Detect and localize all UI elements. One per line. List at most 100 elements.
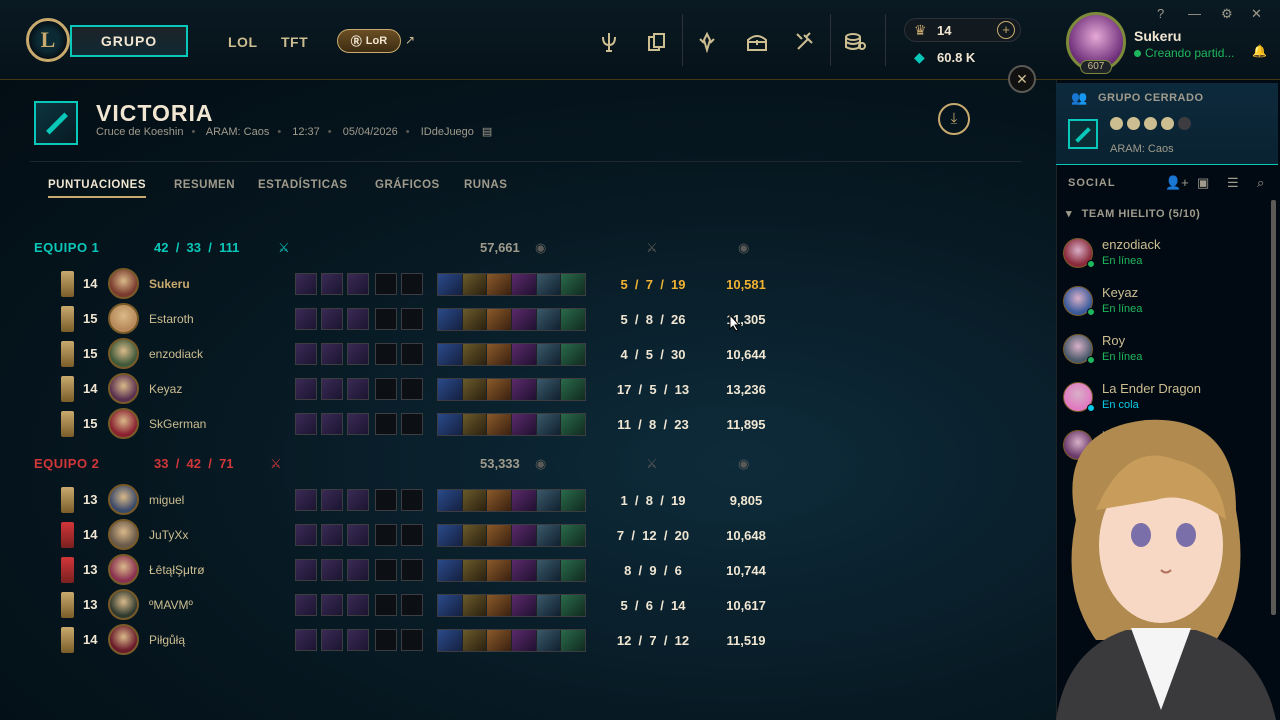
item-icon[interactable] [462, 414, 488, 435]
augment-1-icon[interactable] [295, 308, 317, 330]
notifications-bell-icon[interactable]: 🔔 [1252, 44, 1267, 58]
summoner-spell-1-icon[interactable] [321, 378, 343, 400]
item-build[interactable] [437, 308, 586, 331]
add-friend-icon[interactable]: 👤+ [1165, 175, 1189, 191]
item-build[interactable] [437, 413, 586, 436]
item-icon[interactable] [561, 309, 586, 330]
champion-portrait[interactable] [108, 519, 139, 550]
summoner-status[interactable]: Creando partid... [1134, 46, 1234, 60]
tab-runas[interactable]: RUNAS [464, 179, 507, 191]
summoner-spell-1-icon[interactable] [321, 273, 343, 295]
player-name[interactable]: enzodiack [149, 347, 203, 361]
summoner-name[interactable]: Sukeru [1134, 28, 1181, 44]
item-icon[interactable] [438, 595, 463, 616]
league-logo-icon[interactable]: L [26, 18, 70, 62]
crafting-hammer-icon[interactable] [791, 28, 819, 56]
item-icon[interactable] [512, 595, 537, 616]
item-icon[interactable] [438, 630, 463, 651]
augment-1-icon[interactable] [295, 378, 317, 400]
item-build[interactable] [437, 343, 586, 366]
summoner-spell-2-icon[interactable] [347, 273, 369, 295]
item-icon[interactable] [487, 560, 513, 581]
buy-rp-button[interactable]: + [997, 21, 1015, 39]
item-icon[interactable] [536, 414, 562, 435]
item-build[interactable] [437, 489, 586, 512]
player-name[interactable]: Estaroth [149, 312, 194, 326]
item-icon[interactable] [438, 490, 463, 511]
help-icon[interactable]: ? [1157, 6, 1164, 21]
champion-portrait[interactable] [108, 624, 139, 655]
tab-graficos[interactable]: GRÁFICOS [375, 179, 440, 191]
tab-resumen[interactable]: RESUMEN [174, 179, 235, 191]
player-name[interactable]: Piłgůłą [149, 633, 185, 647]
search-icon[interactable]: ⌕ [1257, 175, 1264, 191]
player-row[interactable]: 15 SkGerman 11 / 8 / 23 11,895 [0, 407, 1056, 442]
item-icon[interactable] [536, 379, 562, 400]
home-trident-icon[interactable] [595, 28, 623, 56]
champion-portrait[interactable] [108, 338, 139, 369]
augment-1-icon[interactable] [295, 524, 317, 546]
item-icon[interactable] [536, 490, 562, 511]
item-icon[interactable] [438, 274, 463, 295]
summoner-spell-2-icon[interactable] [347, 559, 369, 581]
item-icon[interactable] [438, 344, 463, 365]
item-icon[interactable] [536, 344, 562, 365]
champion-portrait[interactable] [108, 303, 139, 334]
item-icon[interactable] [487, 525, 513, 546]
summoner-spell-1-icon[interactable] [321, 524, 343, 546]
item-icon[interactable] [462, 630, 488, 651]
item-icon[interactable] [487, 274, 513, 295]
item-icon[interactable] [462, 344, 488, 365]
item-icon[interactable] [438, 525, 463, 546]
summoner-spell-2-icon[interactable] [347, 308, 369, 330]
tft-pass-icon[interactable] [693, 28, 721, 56]
item-icon[interactable] [462, 560, 488, 581]
minimize-icon[interactable]: — [1188, 6, 1201, 21]
item-icon[interactable] [438, 560, 463, 581]
player-name[interactable]: Sukeru [149, 277, 190, 291]
store-coins-icon[interactable] [841, 28, 869, 56]
player-row[interactable]: 14 JuTyXx 7 / 12 / 20 10,648 [0, 518, 1056, 553]
item-icon[interactable] [487, 630, 513, 651]
match-game-id[interactable]: IDdeJuego [421, 126, 474, 138]
item-icon[interactable] [512, 309, 537, 330]
champion-portrait[interactable] [108, 408, 139, 439]
item-icon[interactable] [462, 490, 488, 511]
item-icon[interactable] [512, 344, 537, 365]
item-icon[interactable] [487, 344, 513, 365]
item-icon[interactable] [512, 414, 537, 435]
item-icon[interactable] [462, 274, 488, 295]
tab-estadisticas[interactable]: ESTADÍSTICAS [258, 179, 348, 191]
item-icon[interactable] [561, 274, 586, 295]
item-icon[interactable] [487, 490, 513, 511]
item-icon[interactable] [462, 379, 488, 400]
friend-item[interactable]: enzodiack En línea [1060, 234, 1270, 278]
player-row[interactable]: 14 Sukeru 5 / 7 / 19 10,581 [0, 267, 1056, 302]
add-folder-icon[interactable]: ▣ [1197, 175, 1209, 191]
item-icon[interactable] [512, 274, 537, 295]
friend-folder-header[interactable]: ▾ TEAM HIELITO (5/10) [1066, 207, 1200, 220]
download-replay-button[interactable]: ⤓ [938, 103, 970, 135]
item-build[interactable] [437, 273, 586, 296]
summoner-spell-1-icon[interactable] [321, 489, 343, 511]
item-icon[interactable] [536, 525, 562, 546]
player-row[interactable]: 13 ŁêtąłŞμtrø 8 / 9 / 6 10,744 [0, 553, 1056, 588]
close-postgame-button[interactable]: ✕ [1008, 65, 1036, 93]
summoner-spell-2-icon[interactable] [347, 489, 369, 511]
summoner-spell-1-icon[interactable] [321, 629, 343, 651]
player-name[interactable]: miguel [149, 493, 184, 507]
nav-tft[interactable]: TFT [281, 34, 308, 50]
settings-icon[interactable]: ⚙ [1221, 6, 1233, 22]
item-icon[interactable] [561, 595, 586, 616]
item-icon[interactable] [536, 630, 562, 651]
loot-chest-icon[interactable] [743, 28, 771, 56]
augment-1-icon[interactable] [295, 273, 317, 295]
augment-1-icon[interactable] [295, 489, 317, 511]
item-icon[interactable] [487, 595, 513, 616]
augment-1-icon[interactable] [295, 343, 317, 365]
player-name[interactable]: ºMAVMº [149, 598, 193, 612]
friend-item[interactable]: Roy En línea [1060, 330, 1270, 374]
item-icon[interactable] [561, 414, 586, 435]
copy-icon[interactable]: ▤ [482, 126, 492, 138]
player-row[interactable]: 13 ºMAVMº 5 / 6 / 14 10,617 [0, 588, 1056, 623]
